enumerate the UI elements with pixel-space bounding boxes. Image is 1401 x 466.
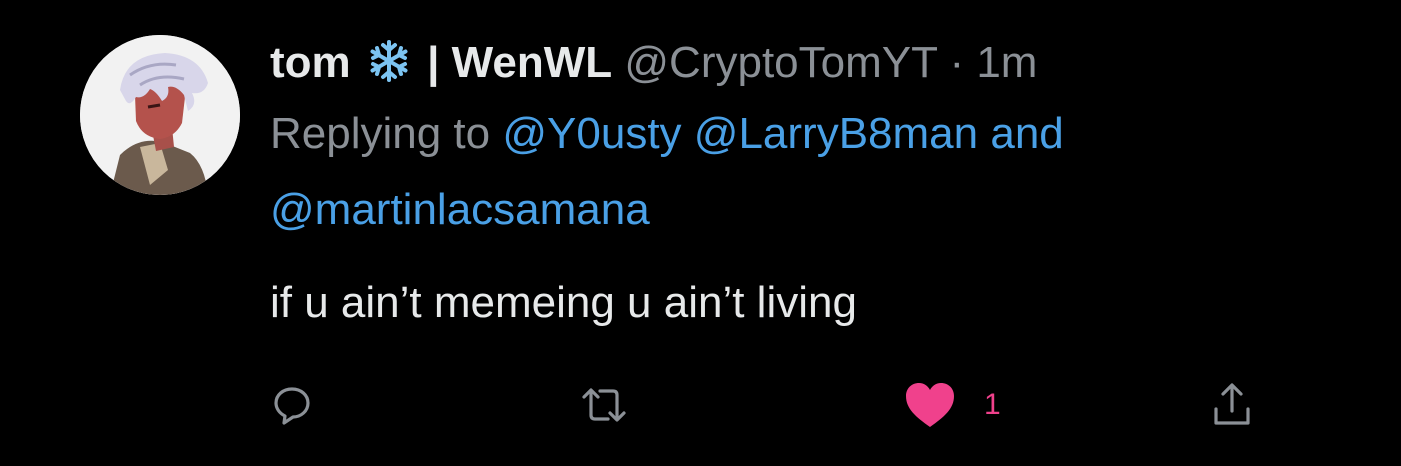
share-icon xyxy=(1210,381,1254,429)
action-bar: 1 xyxy=(270,375,1280,435)
timestamp[interactable]: 1m xyxy=(976,38,1037,87)
reply-icon xyxy=(270,383,314,427)
mention-link[interactable]: @Y0usty xyxy=(502,109,681,158)
snowflake-emoji-icon xyxy=(367,39,411,83)
share-button[interactable] xyxy=(1210,375,1254,435)
tweet-content: tom | WenWL @CryptoTomYT · 1m Replying t… xyxy=(270,34,1350,332)
tweet-text: if u ain’t memeing u ain’t living xyxy=(270,278,857,327)
like-button[interactable]: 1 xyxy=(902,375,1001,435)
heart-icon xyxy=(902,379,958,431)
replying-to: Replying to @Y0usty @LarryB8man and @mar… xyxy=(270,96,1350,248)
replying-to-label: Replying to xyxy=(270,109,491,158)
separator-dot: · xyxy=(949,38,965,87)
user-handle[interactable]: @CryptoTomYT xyxy=(624,38,937,87)
retweet-icon xyxy=(580,383,628,427)
avatar[interactable] xyxy=(80,35,240,195)
tweet-header: tom | WenWL @CryptoTomYT · 1m xyxy=(270,34,1350,92)
retweet-button[interactable] xyxy=(580,375,628,435)
tweet[interactable]: tom | WenWL @CryptoTomYT · 1m Replying t… xyxy=(0,0,1401,466)
and-link[interactable]: and xyxy=(990,109,1063,158)
mention-link[interactable]: @martinlacsamana xyxy=(270,185,650,234)
reply-button[interactable] xyxy=(270,375,314,435)
display-name[interactable]: tom xyxy=(270,38,351,87)
mention-link[interactable]: @LarryB8man xyxy=(694,109,978,158)
display-name-suffix[interactable]: | WenWL xyxy=(427,38,612,87)
like-count: 1 xyxy=(984,388,1001,421)
